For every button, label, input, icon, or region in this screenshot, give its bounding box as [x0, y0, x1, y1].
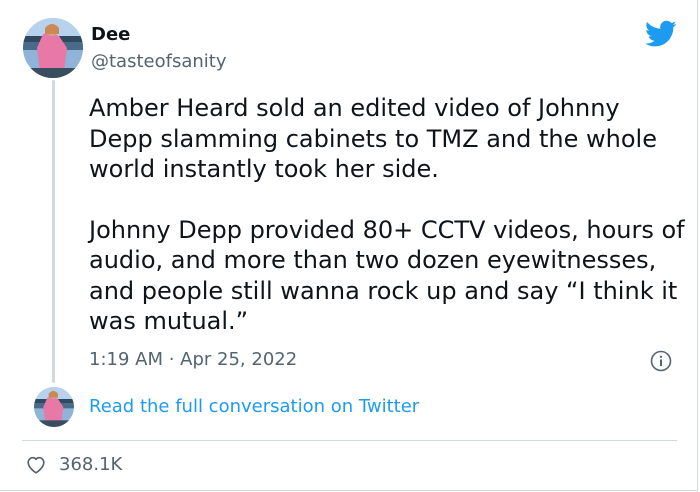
twitter-bird-icon[interactable] — [645, 20, 677, 48]
author-avatar[interactable] — [23, 18, 83, 78]
heart-icon[interactable] — [25, 454, 47, 476]
footer-divider — [22, 440, 677, 441]
tweet-timestamp[interactable]: 1:19 AM · Apr 25, 2022 — [89, 347, 297, 373]
like-button[interactable]: 368.1K — [25, 452, 122, 478]
avatar-photo — [34, 387, 74, 427]
info-icon[interactable] — [650, 350, 672, 372]
reply-avatar[interactable] — [34, 387, 74, 427]
tweet-card[interactable]: Dee @tasteofsanity Amber Heard sold an e… — [0, 0, 698, 491]
tweet-body: Amber Heard sold an edited video of John… — [89, 93, 689, 337]
author-display-name[interactable]: Dee — [91, 22, 130, 48]
like-count: 368.1K — [59, 454, 123, 475]
tweet-paragraph: Amber Heard sold an edited video of John… — [89, 94, 657, 183]
read-conversation-link[interactable]: Read the full conversation on Twitter — [89, 394, 419, 420]
tweet-paragraph: Johnny Depp provided 80+ CCTV videos, ho… — [89, 215, 685, 336]
author-handle[interactable]: @tasteofsanity — [91, 49, 226, 75]
avatar-photo — [23, 18, 83, 78]
thread-connector-line — [52, 80, 55, 383]
